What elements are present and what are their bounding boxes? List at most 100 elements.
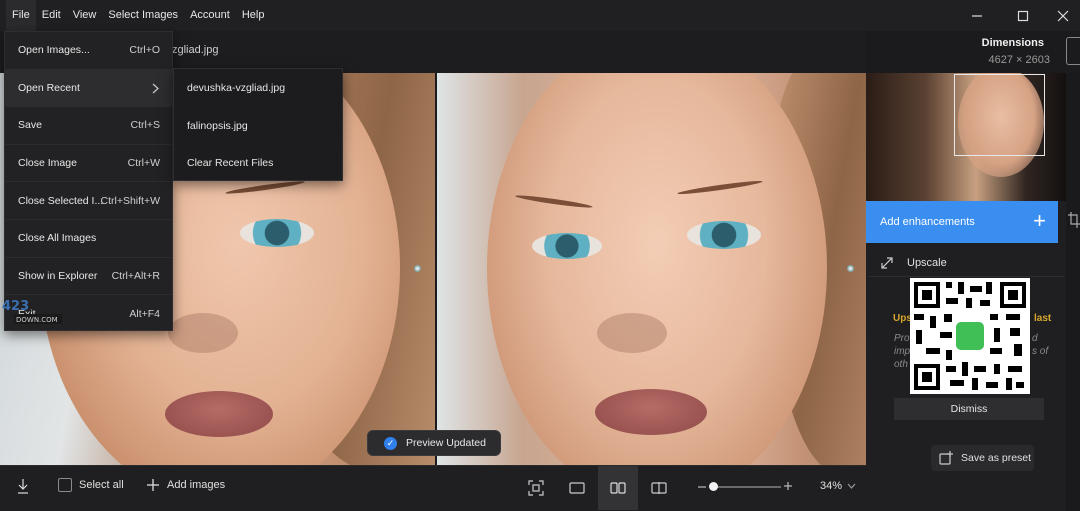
bottom-toolbar <box>0 465 866 511</box>
minimize-button[interactable] <box>954 0 1000 31</box>
window-controls <box>954 0 1080 31</box>
lips <box>595 389 707 435</box>
menu-item-shortcut: Ctrl+S <box>130 119 160 132</box>
preset-icon <box>939 451 953 465</box>
side-by-side-icon <box>610 482 626 494</box>
menu-item-shortcut: Alt+F4 <box>129 307 160 320</box>
check-icon: ✓ <box>384 436 397 450</box>
zoom-in-icon[interactable] <box>783 481 793 491</box>
menu-bar: File Edit View Select Images Account Hel… <box>6 0 270 31</box>
upscale-label: Upscale <box>907 257 947 269</box>
close-icon <box>1057 10 1069 21</box>
menu-item-close-all[interactable]: Close All Images <box>5 220 173 258</box>
promo-body-line: oth <box>894 359 908 370</box>
svg-text:423: 423 <box>2 299 29 314</box>
dismiss-button[interactable]: Dismiss <box>894 398 1044 420</box>
navigator-viewport-box[interactable] <box>954 74 1045 156</box>
promo-heading-end: last <box>1034 313 1052 324</box>
earring <box>414 265 421 272</box>
menu-edit[interactable]: Edit <box>36 0 67 31</box>
clear-recent-files-item[interactable]: Clear Recent Files <box>187 157 273 169</box>
menu-item-open-images[interactable]: Open Images... Ctrl+O <box>5 32 173 70</box>
menu-account[interactable]: Account <box>184 0 236 31</box>
add-images-label: Add images <box>167 479 226 491</box>
menu-item-shortcut: Ctrl+W <box>127 157 160 170</box>
watermark-icon: 423 DOWN.COM <box>2 299 62 324</box>
download-button[interactable] <box>16 478 30 494</box>
sidebar-edge <box>1066 73 1080 511</box>
split-view-icon <box>651 482 667 494</box>
image-filename: zgliad.jpg <box>172 44 219 56</box>
file-menu-dropdown: Open Images... Ctrl+O Open Recent Save C… <box>4 31 173 331</box>
select-all-label: Select all <box>79 479 124 491</box>
minimize-icon <box>972 14 982 17</box>
earring <box>847 265 854 272</box>
select-all-checkbox[interactable] <box>58 478 72 492</box>
menu-item-label: Close Selected I... <box>18 194 104 207</box>
fit-view-button[interactable] <box>516 466 556 510</box>
dimensions-label: Dimensions <box>981 37 1044 49</box>
zoom-out-icon[interactable] <box>697 482 707 492</box>
single-view-button[interactable] <box>557 466 597 510</box>
menu-item-label: Close All Images <box>18 232 97 245</box>
recent-file-item[interactable]: devushka-vzgliad.jpg <box>187 82 285 94</box>
promo-body-line: Pro <box>894 333 910 344</box>
close-button[interactable] <box>1046 0 1080 31</box>
promo-body-line: d <box>1032 333 1038 344</box>
add-images-button[interactable]: Add images <box>146 478 225 492</box>
menu-item-shortcut: Ctrl+O <box>129 44 160 57</box>
menu-item-close-selected[interactable]: Close Selected I... Ctrl+Shift+W <box>5 182 173 220</box>
left-eye <box>240 219 314 247</box>
panel-toggle-button[interactable] <box>1066 37 1080 65</box>
menu-item-save[interactable]: Save Ctrl+S <box>5 107 173 145</box>
title-bar: File Edit View Select Images Account Hel… <box>0 0 1080 31</box>
maximize-button[interactable] <box>1000 0 1046 31</box>
toast-text: Preview Updated <box>406 437 486 449</box>
preview-updated-toast: ✓ Preview Updated <box>367 430 501 456</box>
add-enhancements-label: Add enhancements <box>880 216 975 228</box>
open-recent-submenu: devushka-vzgliad.jpg falinopsis.jpg Clea… <box>173 68 343 181</box>
chevron-right-icon <box>152 83 159 94</box>
right-eye <box>687 221 761 249</box>
menu-help[interactable]: Help <box>236 0 271 31</box>
focus-frame-icon <box>528 480 544 496</box>
maximize-icon <box>1017 10 1029 21</box>
enhanced-image-pane[interactable] <box>437 73 866 465</box>
chevron-down-icon[interactable] <box>847 483 856 489</box>
svg-text:DOWN.COM: DOWN.COM <box>16 316 58 324</box>
select-all-control[interactable]: Select all <box>58 478 124 492</box>
menu-item-shortcut: Ctrl+Alt+R <box>111 269 160 282</box>
split-view-button[interactable] <box>639 466 679 510</box>
dimensions-value: 4627 × 2603 <box>988 54 1050 66</box>
crop-icon[interactable] <box>1068 212 1080 228</box>
qr-code-overlay <box>910 278 1030 394</box>
upscale-row[interactable]: Upscale <box>880 256 947 270</box>
menu-item-close-image[interactable]: Close Image Ctrl+W <box>5 145 173 183</box>
menu-item-show-in-explorer[interactable]: Show in Explorer Ctrl+Alt+R <box>5 258 173 296</box>
menu-select-images[interactable]: Select Images <box>102 0 184 31</box>
menu-item-label: Close Image <box>18 157 77 170</box>
plus-icon <box>147 479 159 491</box>
menu-file[interactable]: File <box>6 0 36 31</box>
single-view-icon <box>569 482 585 494</box>
save-as-preset-button[interactable]: Save as preset <box>931 445 1034 471</box>
menu-item-shortcut: Ctrl+Shift+W <box>100 194 160 207</box>
zoom-slider-track[interactable] <box>711 486 781 488</box>
nose-shade <box>597 313 667 353</box>
menu-item-label: Open Images... <box>18 44 90 57</box>
zoom-value[interactable]: 34% <box>820 480 842 492</box>
expand-arrows-icon <box>881 257 893 269</box>
menu-item-label: Save <box>18 119 42 132</box>
recent-file-item[interactable]: falinopsis.jpg <box>187 120 248 132</box>
watermark-logo: 423 DOWN.COM <box>0 298 64 326</box>
menu-item-open-recent[interactable]: Open Recent <box>5 69 173 108</box>
lips <box>165 391 273 437</box>
side-by-side-view-button[interactable] <box>598 466 638 510</box>
promo-body-line: s of <box>1032 346 1049 357</box>
download-icon <box>18 479 28 494</box>
menu-item-label: Open Recent <box>18 81 80 94</box>
menu-view[interactable]: View <box>67 0 103 31</box>
add-enhancements-button[interactable]: Add enhancements + <box>866 201 1058 243</box>
qr-code-icon <box>914 282 1026 390</box>
sidebar-divider <box>868 276 1064 277</box>
